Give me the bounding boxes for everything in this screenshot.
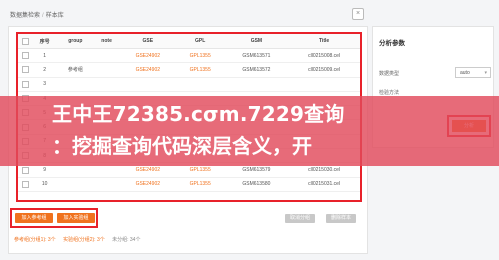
- cell-gse: GSE24902: [119, 177, 176, 192]
- row-checkbox[interactable]: [18, 177, 32, 192]
- table-header-row: 序号 group note GSE GPL GSM Title: [18, 34, 360, 49]
- cell-gpl: GPL1355: [175, 48, 225, 64]
- add-experiment-button[interactable]: 加入实验组: [57, 213, 95, 223]
- cell-group: 参考组: [57, 62, 94, 78]
- cell-title: cll0215009.cel: [288, 62, 360, 78]
- cell-title: [288, 77, 360, 92]
- cell-index: 2: [32, 62, 58, 78]
- add-reference-button[interactable]: 加入参考组: [15, 213, 53, 223]
- chevron-down-icon: ▾: [484, 70, 487, 76]
- data-type-label: 数据类型: [379, 71, 400, 77]
- cell-gsm: [224, 77, 289, 92]
- column-header-title: Title: [288, 34, 360, 49]
- cell-gse: [119, 77, 176, 92]
- cell-title: cll0215008.cel: [288, 48, 360, 64]
- cell-gsm: GSM613572: [224, 62, 289, 78]
- analysis-panel-title: 分析参数: [379, 40, 405, 47]
- cell-gpl: GPL1355: [175, 62, 225, 78]
- cell-group: [57, 77, 94, 92]
- cell-note: [93, 177, 120, 192]
- cell-title: cll0215031.cel: [288, 177, 360, 192]
- row-checkbox[interactable]: [18, 77, 32, 92]
- data-type-select[interactable]: auto ▾: [455, 67, 491, 78]
- app-window: 数据集检索 / 样本库 × 序号 group note GSE GPL GSM Ti…: [0, 0, 499, 260]
- banner-text-line1: 王中王72385.cσm.7229查询: [52, 102, 345, 126]
- column-header-gpl: GPL: [175, 34, 225, 49]
- group-buttons-highlight: 加入参考组 加入实验组: [10, 208, 98, 228]
- cell-gse: GSE24902: [119, 62, 176, 78]
- delete-sample-button[interactable]: 删除样本: [326, 214, 356, 223]
- cell-gpl: [175, 77, 225, 92]
- table-row[interactable]: 10 GSE24902 GPL1355 GSM613580 cll0215031.cel: [18, 177, 360, 192]
- table-row[interactable]: 3: [18, 77, 360, 92]
- cell-index: 1: [32, 48, 58, 64]
- cell-gsm: GSM613571: [224, 48, 289, 64]
- table-row[interactable]: 2 参考组 GSE24902 GPL1355 GSM613572 cll0215009.c…: [18, 62, 360, 78]
- column-header-group: group: [57, 34, 94, 49]
- breadcrumb-item-library: 样本库: [45, 13, 64, 19]
- cell-note: [93, 48, 120, 64]
- method-label: 检验方法: [379, 90, 400, 96]
- breadcrumb: 数据集检索 / 样本库: [10, 13, 64, 19]
- close-icon[interactable]: ×: [352, 8, 364, 20]
- cancel-group-button[interactable]: 取消分组: [285, 214, 315, 223]
- cell-gsm: GSM613580: [224, 177, 289, 192]
- cell-note: [93, 62, 120, 78]
- row-checkbox[interactable]: [18, 62, 32, 78]
- cell-group: [57, 48, 94, 64]
- column-header-note: note: [93, 34, 120, 49]
- banner-text-line2: ：挖掘查询代码深层含义，开: [52, 134, 312, 158]
- breadcrumb-item-search[interactable]: 数据集检索: [10, 13, 40, 19]
- cell-index: 10: [32, 177, 58, 192]
- cell-index: 3: [32, 77, 58, 92]
- column-header-gse: GSE: [119, 34, 176, 49]
- column-header-gsm: GSM: [224, 34, 289, 49]
- experiment-count: 实验组(分组2): 3个: [63, 237, 105, 243]
- cell-note: [93, 77, 120, 92]
- data-type-value: auto: [460, 70, 470, 76]
- table-row[interactable]: 1 GSE24902 GPL1355 GSM613571 cll0215008.cel: [18, 48, 360, 64]
- ungrouped-count: 未分组: 34个: [112, 237, 141, 243]
- row-checkbox[interactable]: [18, 48, 32, 64]
- cell-gse: GSE24902: [119, 48, 176, 64]
- cell-gpl: GPL1355: [175, 177, 225, 192]
- cell-group: [57, 177, 94, 192]
- reference-count: 参考组(分组1): 3个: [14, 237, 56, 243]
- select-all-checkbox[interactable]: [18, 34, 32, 49]
- column-header-index: 序号: [32, 34, 58, 49]
- group-stats: 参考组(分组1): 3个 实验组(分组2): 3个 未分组: 34个: [14, 236, 146, 243]
